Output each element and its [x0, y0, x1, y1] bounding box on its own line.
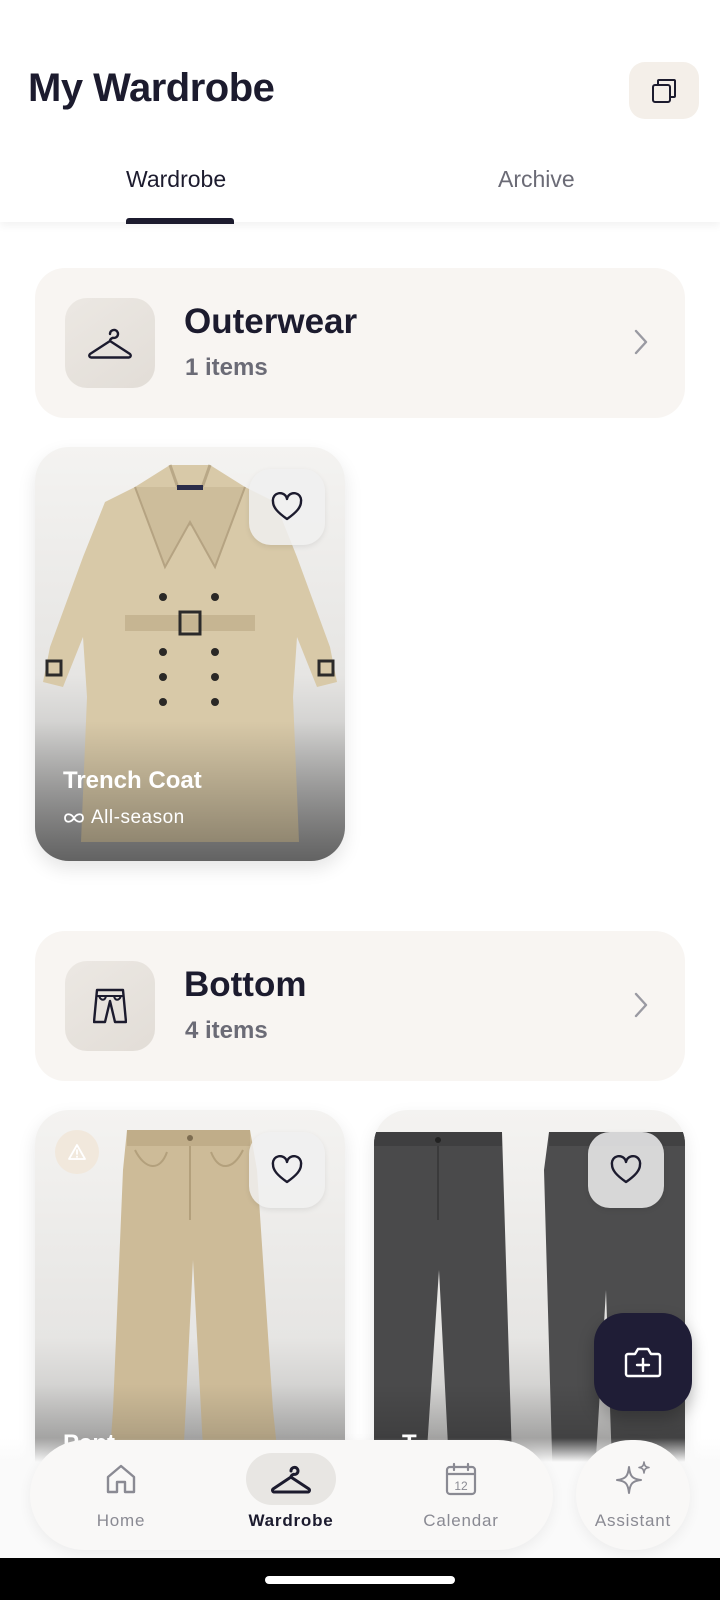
nav-assistant-pill: [613, 1453, 653, 1505]
nav-home-pill: [76, 1453, 166, 1505]
category-outerwear[interactable]: Outerwear 1 items: [35, 268, 685, 418]
nav-home-label: Home: [96, 1511, 146, 1530]
nav-calendar-label: Calendar: [423, 1511, 499, 1530]
heart-icon: [271, 492, 303, 521]
duplicate-button[interactable]: [629, 62, 699, 119]
favorite-button[interactable]: [249, 1132, 325, 1208]
nav-assistant[interactable]: Assistant: [576, 1440, 690, 1550]
category-bottom[interactable]: Bottom 4 items: [35, 931, 685, 1081]
warning-badge: [55, 1130, 99, 1174]
category-name: Outerwear: [184, 302, 358, 341]
nav-assistant-label: Assistant: [594, 1511, 672, 1530]
hanger-icon: [271, 1465, 311, 1494]
home-indicator[interactable]: [265, 1576, 455, 1584]
nav-wardrobe-label: Wardrobe: [248, 1511, 334, 1530]
home-icon: [106, 1464, 136, 1494]
category-name: Bottom: [184, 965, 307, 1004]
calendar-day: 12: [454, 1479, 468, 1493]
warning-icon: [68, 1144, 86, 1160]
item-season-label: All-season: [91, 807, 185, 828]
infinity-icon: [64, 813, 84, 823]
page-title: My Wardrobe: [28, 66, 275, 110]
item-name: Trench Coat: [63, 767, 202, 794]
nav-wardrobe-pill: [246, 1453, 336, 1505]
duplicate-icon: [652, 78, 676, 103]
category-count: 4 items: [185, 1017, 268, 1044]
heart-icon: [610, 1155, 642, 1184]
chevron-right-icon: [634, 992, 648, 1018]
category-icon-box: [65, 298, 155, 388]
calendar-icon: 12: [445, 1462, 477, 1496]
add-photo-icon: [624, 1347, 662, 1378]
app-header: My Wardrobe Wardrobe Archive: [0, 0, 720, 224]
heart-icon: [271, 1155, 303, 1184]
tab-indicator: [126, 218, 234, 224]
favorite-button[interactable]: [249, 469, 325, 545]
nav-wardrobe[interactable]: Wardrobe: [226, 1440, 356, 1550]
item-season: All-season: [63, 807, 185, 829]
item-card-trench-coat[interactable]: Trench Coat All-season: [35, 447, 345, 861]
favorite-button[interactable]: [588, 1132, 664, 1208]
pants-icon: [93, 988, 127, 1024]
tab-wardrobe[interactable]: Wardrobe: [126, 166, 226, 193]
bottom-nav: Home Wardrobe 12 Calendar: [30, 1440, 553, 1550]
sparkle-icon: [616, 1461, 650, 1494]
hanger-icon: [88, 328, 132, 359]
nav-home[interactable]: Home: [56, 1440, 186, 1550]
nav-calendar[interactable]: 12 Calendar: [396, 1440, 526, 1550]
chevron-right-icon: [634, 329, 648, 355]
nav-calendar-pill: 12: [416, 1453, 506, 1505]
category-count: 1 items: [185, 354, 268, 381]
tab-archive[interactable]: Archive: [498, 166, 575, 193]
add-item-button[interactable]: [594, 1313, 692, 1411]
category-icon-box: [65, 961, 155, 1051]
